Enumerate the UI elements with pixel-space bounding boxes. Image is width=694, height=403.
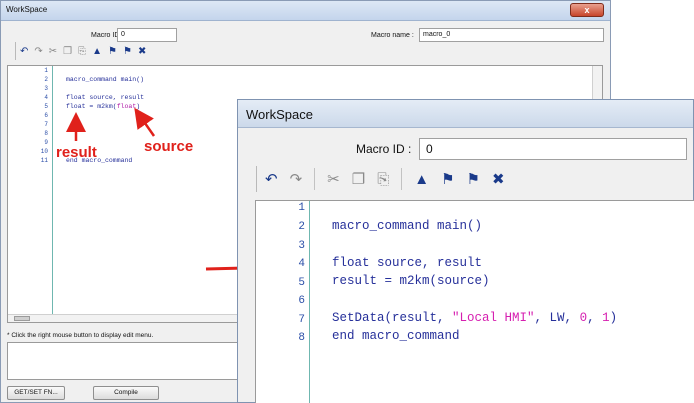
cut-icon[interactable]: ✂: [49, 46, 57, 57]
line-number: 8: [44, 130, 48, 137]
code-line: result = m2km(source): [332, 274, 490, 288]
toolbar-separator: [401, 168, 403, 190]
line-number: 7: [298, 314, 305, 326]
get-set-fn-button[interactable]: GET/SET FN...: [7, 386, 65, 400]
line-number: 5: [44, 103, 48, 110]
line-number: 3: [298, 240, 305, 252]
line-number: 10: [40, 148, 48, 155]
code-line: float source, result: [66, 94, 145, 101]
title-bar[interactable]: WorkSpace: [238, 100, 693, 128]
delete-icon[interactable]: ✖: [138, 46, 146, 57]
window-title: WorkSpace: [246, 107, 313, 122]
copy-icon[interactable]: ❐: [63, 46, 72, 57]
code-line: macro_command main(): [332, 219, 483, 233]
code-token: float = m2km(: [66, 103, 117, 110]
line-number: 5: [298, 277, 305, 289]
editor-toolbar: ↶ ↷ ✂ ❐ ⎘ ▲ ⚑ ⚑ ✖: [15, 42, 146, 60]
code-token: , LW,: [534, 311, 580, 325]
scrollbar-thumb[interactable]: [14, 316, 30, 321]
line-number: 9: [44, 139, 48, 146]
line-number: 1: [44, 67, 48, 74]
line-number: 2: [44, 76, 48, 83]
code-token-string: "Local HMI": [452, 311, 535, 325]
line-number-gutter: 1 2 3 4 5 6 7 8 9 10 11: [8, 66, 53, 322]
macro-name-label: Macro name :: [371, 32, 414, 39]
line-number: 6: [298, 295, 305, 307]
search-icon[interactable]: ⚑: [108, 46, 117, 57]
line-number: 11: [40, 157, 48, 164]
edit-menu-hint: * Click the right mouse button to displa…: [7, 332, 154, 339]
redo-icon[interactable]: ↷: [290, 170, 303, 188]
macro-id-field[interactable]: 0: [419, 138, 687, 160]
title-bar[interactable]: WorkSpace x: [1, 1, 610, 21]
code-line: float = m2km(float): [66, 103, 140, 110]
output-area[interactable]: [7, 342, 248, 380]
result-annotation: result: [56, 144, 97, 161]
workspace-window-front: WorkSpace Macro ID : 0 ↶ ↷ ✂ ❐ ⎘ ▲ ⚑ ⚑ ✖…: [237, 99, 694, 403]
line-number-gutter: 1 2 3 4 5 6 7 8: [256, 201, 310, 403]
line-number: 3: [44, 85, 48, 92]
search-icon[interactable]: ⚑: [441, 170, 454, 188]
insert-icon[interactable]: ▲: [414, 171, 429, 188]
close-button[interactable]: x: [570, 3, 604, 17]
delete-icon[interactable]: ✖: [492, 170, 505, 188]
line-number: 6: [44, 112, 48, 119]
code-line: SetData(result, "Local HMI", LW, 0, 1): [332, 311, 617, 325]
undo-icon[interactable]: ↶: [265, 170, 278, 188]
search-next-icon[interactable]: ⚑: [467, 170, 480, 188]
code-token: ): [609, 311, 618, 325]
window-title: WorkSpace: [6, 5, 48, 14]
macro-id-label: Macro ID :: [356, 142, 412, 156]
line-number: 4: [298, 258, 305, 270]
code-line: float source, result: [332, 256, 483, 270]
code-line: end macro_command: [332, 329, 460, 343]
paste-icon[interactable]: ⎘: [78, 46, 86, 57]
line-number: 2: [298, 221, 305, 233]
macro-name-field[interactable]: macro_0: [419, 28, 604, 42]
editor-toolbar: ↶ ↷ ✂ ❐ ⎘ ▲ ⚑ ⚑ ✖: [256, 166, 505, 192]
code-token-number: 0: [579, 311, 588, 325]
code-token-number: 1: [602, 311, 610, 325]
code-editor[interactable]: 1 2 3 4 5 6 7 8 macro_command main() flo…: [255, 200, 694, 403]
macro-id-field[interactable]: 0: [117, 28, 177, 42]
code-line: macro_command main(): [66, 76, 145, 83]
copy-icon[interactable]: ❐: [352, 170, 365, 188]
redo-icon[interactable]: ↷: [34, 46, 42, 57]
insert-icon[interactable]: ▲: [92, 46, 102, 57]
search-next-icon[interactable]: ⚑: [123, 46, 132, 57]
code-token: ): [136, 103, 141, 110]
source-annotation: source: [144, 138, 194, 155]
compile-button[interactable]: Compile: [93, 386, 159, 400]
line-number: 8: [298, 332, 305, 344]
line-number: 7: [44, 121, 48, 128]
line-number: 1: [298, 202, 305, 214]
code-token: ,: [587, 311, 603, 325]
code-token-highlight: float: [116, 103, 137, 110]
cut-icon[interactable]: ✂: [327, 170, 340, 188]
undo-icon[interactable]: ↶: [20, 46, 28, 57]
paste-icon[interactable]: ⎘: [377, 171, 389, 188]
line-number: 4: [44, 94, 48, 101]
toolbar-separator: [314, 168, 316, 190]
code-token: SetData(result,: [332, 311, 453, 325]
